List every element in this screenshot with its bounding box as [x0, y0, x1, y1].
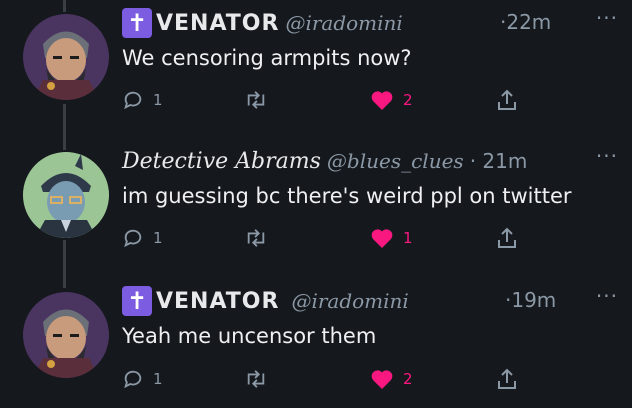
- retweet-button[interactable]: [244, 89, 268, 111]
- share-icon: [498, 368, 516, 389]
- tweet[interactable]: Detective Abrams @blues_clues · 21m ··· …: [0, 138, 632, 274]
- more-options-icon[interactable]: ···: [596, 6, 618, 30]
- like-count: 1: [403, 229, 413, 247]
- timestamp[interactable]: · 21m: [470, 149, 528, 173]
- tweet-header: ✝ VENATOR @iradomini: [122, 284, 409, 318]
- like-button[interactable]: 1: [370, 227, 413, 249]
- user-handle[interactable]: @iradomini: [291, 289, 408, 313]
- tweet-text: im guessing bc there's weird ppl on twit…: [122, 184, 572, 208]
- heart-icon: [371, 229, 393, 248]
- cross-icon: ✝: [122, 8, 152, 38]
- cross-icon: ✝: [122, 286, 152, 316]
- reply-button[interactable]: 1: [122, 89, 163, 111]
- reply-button[interactable]: 1: [122, 368, 163, 390]
- reply-button[interactable]: 1: [122, 227, 163, 249]
- tweet[interactable]: ✝ VENATOR @iradomini ·22m ··· We censori…: [0, 0, 632, 136]
- like-button[interactable]: 2: [370, 368, 413, 390]
- like-button[interactable]: 2: [370, 89, 413, 111]
- reply-icon: [124, 229, 142, 248]
- share-icon: [498, 89, 516, 110]
- more-options-icon[interactable]: ···: [596, 144, 618, 168]
- tweet-actions: 1 2: [0, 84, 632, 118]
- reply-icon: [124, 370, 142, 389]
- retweet-icon: [247, 370, 265, 388]
- tweet-header: ✝ VENATOR @iradomini: [122, 6, 403, 40]
- reply-icon: [124, 91, 142, 110]
- heart-icon: [371, 370, 393, 389]
- share-button[interactable]: [496, 367, 518, 391]
- tweet[interactable]: ✝ VENATOR @iradomini ·19m ··· Yeah me un…: [0, 278, 632, 408]
- retweet-button[interactable]: [244, 227, 268, 249]
- heart-icon: [371, 91, 393, 110]
- reply-count: 1: [153, 229, 163, 247]
- tweet-header: Detective Abrams @blues_clues · 21m: [122, 144, 527, 178]
- more-options-icon[interactable]: ···: [596, 284, 618, 308]
- tweet-text: Yeah me uncensor them: [122, 324, 377, 348]
- timestamp[interactable]: ·22m: [500, 10, 551, 34]
- user-handle[interactable]: @blues_clues: [327, 149, 464, 173]
- retweet-icon: [247, 91, 265, 109]
- share-button[interactable]: [496, 226, 518, 250]
- share-button[interactable]: [496, 88, 518, 112]
- retweet-button[interactable]: [244, 368, 268, 390]
- user-handle[interactable]: @iradomini: [285, 11, 402, 35]
- reply-count: 1: [153, 91, 163, 109]
- like-count: 2: [403, 91, 413, 109]
- display-name[interactable]: Detective Abrams: [122, 149, 321, 174]
- retweet-icon: [247, 229, 265, 247]
- display-name[interactable]: VENATOR: [156, 289, 279, 314]
- tweet-actions: 1 2: [0, 362, 632, 396]
- like-count: 2: [403, 370, 413, 388]
- share-icon: [498, 227, 516, 248]
- tweet-actions: 1 1: [0, 222, 632, 256]
- display-name[interactable]: VENATOR: [156, 11, 279, 36]
- tweet-text: We censoring armpits now?: [122, 46, 412, 70]
- timestamp[interactable]: ·19m: [505, 288, 556, 312]
- reply-count: 1: [153, 370, 163, 388]
